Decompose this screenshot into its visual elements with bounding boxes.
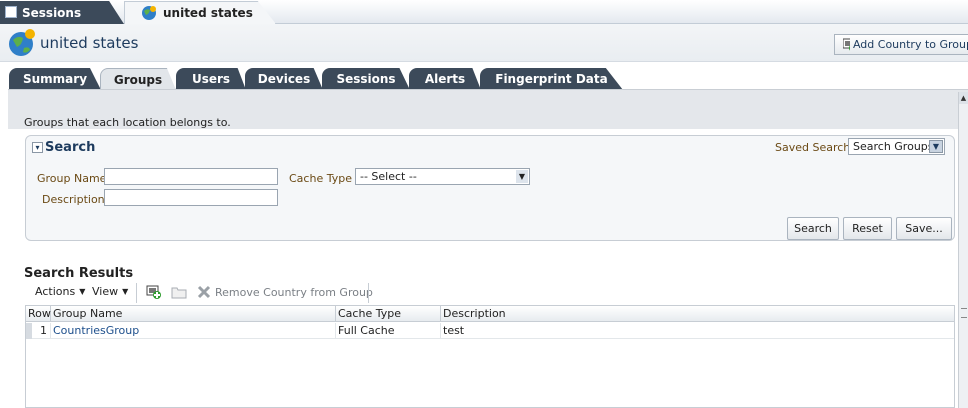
search-button-label: Search <box>794 222 832 235</box>
column-header-description[interactable]: Description <box>441 306 954 322</box>
column-header-row[interactable]: Row <box>26 306 51 322</box>
add-country-to-group-button[interactable]: Add Country to Group <box>834 34 968 55</box>
remove-country-from-group-label: Remove Country from Group <box>215 285 373 299</box>
tab-alerts[interactable]: Alerts <box>409 68 481 90</box>
column-header-cache-type[interactable]: Cache Type <box>336 306 441 322</box>
cache-type-value: -- Select -- <box>360 170 417 183</box>
tab-alerts-label: Alerts <box>424 72 466 86</box>
reset-button[interactable]: Reset <box>843 217 892 240</box>
cell-row: 1 <box>32 323 51 339</box>
tab-summary-label: Summary <box>22 72 88 86</box>
saved-search-select[interactable]: Search Groups ▼ <box>848 138 945 155</box>
column-header-group-name[interactable]: Group Name <box>51 306 336 322</box>
tab-sessions-label: Sessions <box>336 72 396 86</box>
tab-groups-label: Groups <box>113 72 163 87</box>
toolbar-divider <box>136 283 137 303</box>
collapse-icon[interactable]: ▾ <box>32 142 43 153</box>
vertical-scrollbar[interactable]: ▲ <box>958 92 968 408</box>
group-name-label: Group Name <box>37 172 107 185</box>
main-tab-bar: Summary Groups Users Devices Sessions Al… <box>0 62 968 90</box>
remove-x-icon <box>197 285 211 299</box>
description-field[interactable] <box>104 189 278 206</box>
search-header[interactable]: ▾ Search <box>32 140 95 155</box>
search-title: Search <box>45 140 96 155</box>
globe-icon <box>9 29 35 56</box>
add-country-to-group-label: Add Country to Group <box>852 38 968 51</box>
saved-search-label: Saved Search <box>775 141 851 154</box>
add-to-group-icon <box>146 285 161 299</box>
view-menu-label: View <box>92 285 119 298</box>
saved-search-value: Search Groups <box>853 140 934 153</box>
open-folder-button[interactable] <box>171 284 187 300</box>
results-table: Row Group Name Cache Type Description 1 … <box>25 305 955 408</box>
document-tab-bar: Sessions united states <box>0 0 968 24</box>
tab-users-label: Users <box>191 72 231 86</box>
search-button[interactable]: Search <box>787 217 839 240</box>
page-header: united states Add Country to Group <box>0 24 968 62</box>
page-title: united states <box>40 34 139 52</box>
table-row[interactable]: 1 CountriesGroup Full Cache test <box>26 323 954 339</box>
save-button[interactable]: Save... <box>896 217 952 240</box>
add-to-group-icon <box>843 38 850 51</box>
doc-tab-sessions[interactable]: Sessions <box>0 1 124 24</box>
toolbar-divider <box>368 283 369 303</box>
chevron-down-icon[interactable]: ▼ <box>929 140 943 153</box>
tab-description: Groups that each location belongs to. <box>24 116 231 129</box>
scroll-grip[interactable] <box>961 308 967 318</box>
results-toolbar: Actions ▼ View ▼ Remove Country from Gro… <box>25 281 955 305</box>
tab-fingerprint-data[interactable]: Fingerprint Data <box>480 68 623 90</box>
description-label: Description <box>42 193 105 206</box>
actions-menu-label: Actions <box>35 285 76 298</box>
chevron-down-icon[interactable]: ▼ <box>516 170 528 183</box>
group-name-field[interactable] <box>104 168 278 185</box>
tab-fingerprint-data-label: Fingerprint Data <box>495 72 608 86</box>
cell-cache-type: Full Cache <box>336 323 441 339</box>
table-header: Row Group Name Cache Type Description <box>26 306 954 322</box>
add-to-group-toolbar-button[interactable] <box>146 284 162 300</box>
sessions-window-icon <box>5 6 17 18</box>
search-results-title: Search Results <box>24 266 134 281</box>
tab-users[interactable]: Users <box>176 68 246 90</box>
tab-devices[interactable]: Devices <box>245 68 323 90</box>
remove-country-from-group-button[interactable]: Remove Country from Group <box>196 284 373 300</box>
view-menu[interactable]: View ▼ <box>92 285 128 298</box>
tab-groups[interactable]: Groups <box>100 68 176 90</box>
globe-icon <box>142 6 156 20</box>
cache-type-select[interactable]: -- Select -- ▼ <box>355 168 530 185</box>
cache-type-label: Cache Type <box>289 172 352 185</box>
save-button-label: Save... <box>905 222 943 235</box>
doc-tab-united-states-label: united states <box>163 6 253 20</box>
actions-menu[interactable]: Actions ▼ <box>35 285 85 298</box>
folder-icon <box>171 287 187 299</box>
tab-sessions[interactable]: Sessions <box>322 68 410 90</box>
doc-tab-sessions-label: Sessions <box>22 5 82 20</box>
scroll-up-icon[interactable]: ▲ <box>959 92 968 104</box>
doc-tab-united-states[interactable]: united states <box>124 1 276 24</box>
cell-description: test <box>443 324 465 337</box>
reset-button-label: Reset <box>852 222 883 235</box>
chevron-down-icon: ▼ <box>79 287 86 296</box>
tab-summary[interactable]: Summary <box>9 68 101 90</box>
tab-devices-label: Devices <box>257 72 311 86</box>
cell-group-name[interactable]: CountriesGroup <box>51 323 336 339</box>
chevron-down-icon: ▼ <box>122 287 129 296</box>
